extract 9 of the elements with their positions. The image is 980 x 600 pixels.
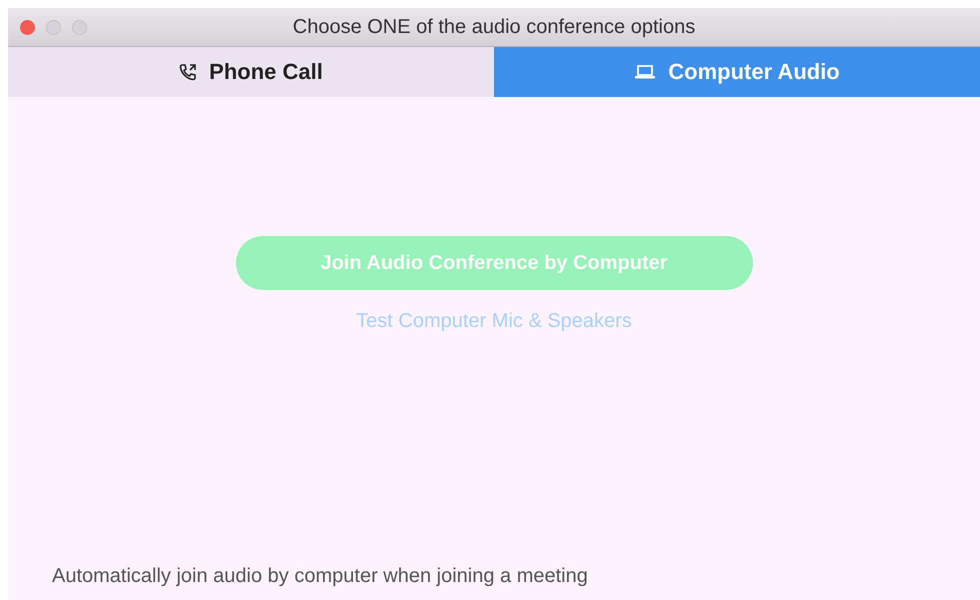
tab[interactable]: Phone Call [8, 47, 494, 97]
laptop-icon [634, 64, 656, 80]
minimize-button[interactable] [46, 20, 61, 34]
auto-join-label: Automatically join audio by computer when joining a meeting [52, 564, 588, 588]
window-title: Choose ONE of the audio conference options [292, 16, 696, 38]
zoom-button[interactable] [72, 20, 87, 34]
phone-icon [179, 63, 198, 81]
close-button[interactable] [20, 20, 35, 34]
tab[interactable]: Computer Audio [494, 47, 980, 97]
